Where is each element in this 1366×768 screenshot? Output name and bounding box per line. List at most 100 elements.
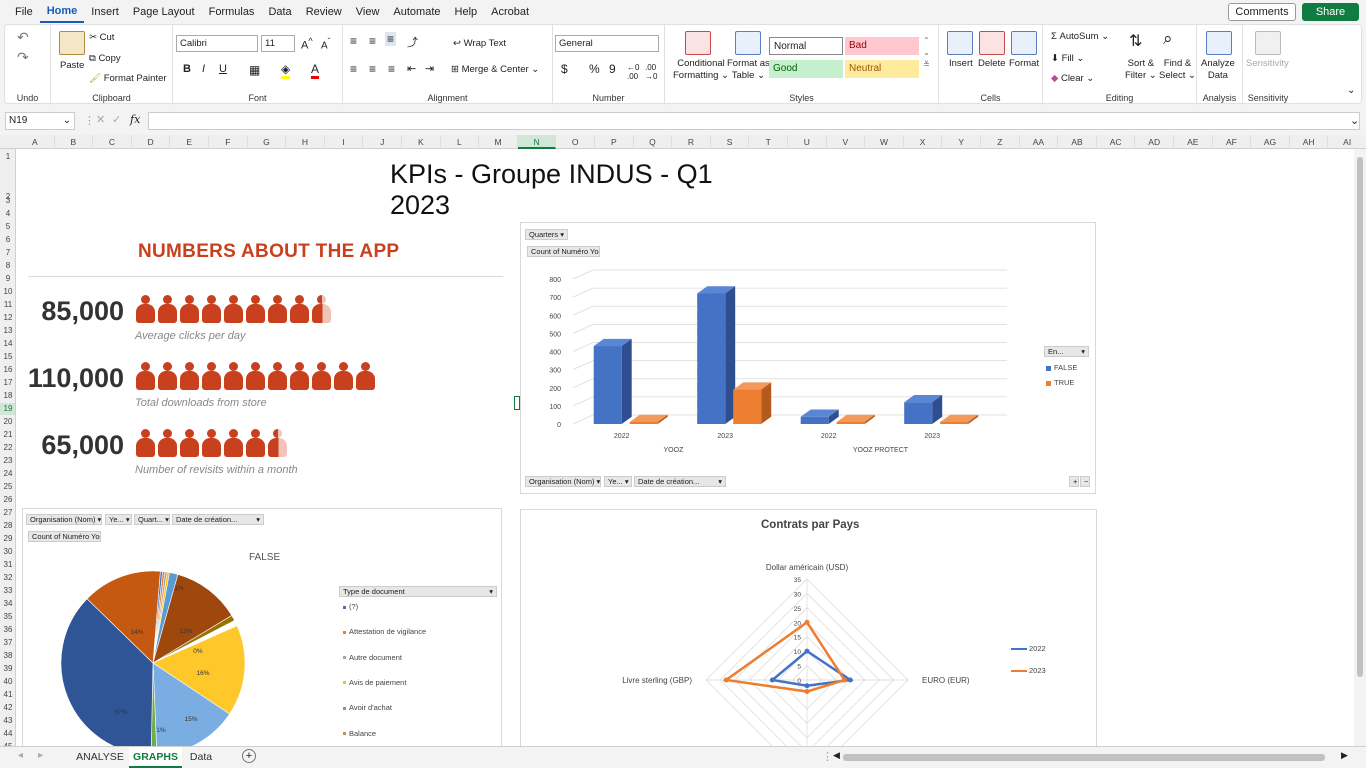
row-header[interactable]: 43 (0, 715, 15, 727)
conditional-formatting-button[interactable]: Conditional Formatting ⌄ (673, 58, 729, 82)
fill-color-icon[interactable]: ◈ (281, 62, 291, 79)
row-header[interactable]: 19 (0, 403, 15, 415)
pie-year-filter[interactable]: Ye... ▾ (105, 514, 132, 525)
column-header[interactable]: E (170, 135, 209, 149)
menu-review[interactable]: Review (299, 0, 349, 24)
align-bottom-icon[interactable]: ≡ (385, 32, 397, 46)
column-header[interactable]: T (749, 135, 788, 149)
date-filter-button[interactable]: Date de création... ▾ (634, 476, 726, 487)
tab-data[interactable]: Data (183, 747, 219, 768)
underline-button[interactable]: U (219, 63, 227, 75)
menu-help[interactable]: Help (448, 0, 485, 24)
row-header[interactable]: 17 (0, 377, 15, 389)
menu-data[interactable]: Data (261, 0, 298, 24)
row-header[interactable]: 20 (0, 416, 15, 428)
row-header[interactable]: 1 (0, 151, 15, 163)
worksheet[interactable]: KPIs - Groupe INDUS - Q1 2023 NUMBERS AB… (16, 149, 1354, 746)
scroll-left-icon[interactable]: ◀ (833, 750, 840, 761)
pie-chart-panel[interactable]: Organisation (Nom) ▾ Ye... ▾ Quart... ▾ … (22, 508, 502, 746)
align-middle-icon[interactable]: ≡ (369, 34, 376, 48)
sensitivity-icon[interactable] (1255, 31, 1281, 55)
column-header[interactable]: N (517, 135, 557, 149)
tab-prev-icon[interactable]: ◂ (18, 750, 23, 761)
document-type-filter[interactable]: Type de document ▾ (339, 586, 497, 597)
row-header[interactable]: 39 (0, 663, 15, 675)
insert-cells-button[interactable]: Insert (949, 58, 973, 69)
styles-scroll-icon[interactable]: ⌃ ⌄ ≚ (923, 35, 930, 71)
row-header[interactable]: 18 (0, 390, 15, 402)
undo-icon[interactable]: ↶ (17, 29, 29, 46)
share-button[interactable]: Share (1302, 3, 1359, 21)
format-as-table-icon[interactable] (735, 31, 761, 55)
row-header[interactable]: 9 (0, 273, 15, 285)
row-header[interactable]: 22 (0, 442, 15, 454)
row-header[interactable]: 28 (0, 520, 15, 532)
row-header[interactable]: 6 (0, 234, 15, 246)
row-header[interactable]: 23 (0, 455, 15, 467)
add-sheet-icon[interactable]: + (242, 749, 256, 763)
style-neutral[interactable]: Neutral (845, 60, 919, 78)
column-header[interactable]: AB (1058, 135, 1097, 149)
row-header[interactable]: 41 (0, 689, 15, 701)
column-header[interactable]: AG (1251, 135, 1290, 149)
clear-button[interactable]: ◆ Clear ⌄ (1051, 73, 1094, 84)
column-header[interactable]: S (711, 135, 750, 149)
currency-icon[interactable]: $ (561, 62, 568, 76)
paste-icon[interactable] (59, 31, 85, 55)
row-header[interactable]: 5 (0, 221, 15, 233)
row-header[interactable]: 16 (0, 364, 15, 376)
column-header[interactable]: K (402, 135, 441, 149)
align-top-icon[interactable]: ≡ (350, 34, 357, 48)
tab-split-icon[interactable]: ⋮ (822, 750, 833, 763)
align-right-icon[interactable]: ≡ (388, 62, 395, 76)
bold-button[interactable]: B (183, 63, 191, 75)
conditional-formatting-icon[interactable] (685, 31, 711, 55)
delete-cells-icon[interactable] (979, 31, 1005, 55)
tab-graphs[interactable]: GRAPHS (129, 747, 182, 768)
decrease-decimal-icon[interactable]: .00 →0 (645, 63, 657, 81)
column-header[interactable]: W (865, 135, 904, 149)
merge-center-button[interactable]: ⊞ Merge & Center ⌄ (451, 64, 539, 75)
row-header[interactable]: 12 (0, 312, 15, 324)
row-header[interactable]: 25 (0, 481, 15, 493)
format-cells-icon[interactable] (1011, 31, 1037, 55)
expand-formula-icon[interactable]: ⌄ (1350, 114, 1359, 127)
vertical-scroll-thumb[interactable] (1357, 157, 1363, 677)
increase-indent-icon[interactable]: ⇥ (425, 62, 434, 75)
row-header[interactable]: 27 (0, 507, 15, 519)
tab-next-icon[interactable]: ▸ (38, 750, 43, 761)
row-header[interactable]: 37 (0, 637, 15, 649)
analyze-data-icon[interactable] (1206, 31, 1232, 55)
cut-button[interactable]: ✂ Cut (89, 32, 114, 43)
delete-cells-button[interactable]: Delete (978, 58, 1005, 69)
collapse-ribbon-icon[interactable]: ⌄ (1347, 85, 1355, 96)
column-header[interactable]: B (55, 135, 94, 149)
row-header[interactable]: 15 (0, 351, 15, 363)
row-header[interactable]: 7 (0, 247, 15, 259)
number-format-select[interactable]: General (555, 35, 659, 52)
borders-icon[interactable]: ▦ (249, 63, 260, 77)
font-size-select[interactable]: 11 (261, 35, 295, 52)
menu-file[interactable]: File (8, 0, 40, 24)
enter-icon[interactable]: ✓ (112, 113, 121, 126)
column-header[interactable]: AD (1135, 135, 1174, 149)
shrink-font-button[interactable]: Aˇ (321, 36, 330, 51)
formula-input[interactable] (148, 112, 1360, 130)
row-header[interactable]: 26 (0, 494, 15, 506)
bar-chart-panel[interactable]: Quarters ▾ Count of Numéro Yooz 0 100 200 3… (520, 222, 1096, 494)
legend-filter-button[interactable]: En... ▾ (1044, 346, 1089, 357)
grow-font-button[interactable]: A^ (301, 36, 313, 52)
decrease-indent-icon[interactable]: ⇤ (407, 62, 416, 75)
row-header[interactable]: 35 (0, 611, 15, 623)
row-header[interactable]: 44 (0, 728, 15, 740)
column-header[interactable]: Q (634, 135, 673, 149)
row-header[interactable]: 33 (0, 585, 15, 597)
analyze-data-button[interactable]: Analyze Data (1201, 58, 1235, 82)
wrap-text-button[interactable]: ↩ Wrap Text (453, 38, 506, 49)
row-header[interactable]: 13 (0, 325, 15, 337)
row-header[interactable]: 21 (0, 429, 15, 441)
menu-view[interactable]: View (349, 0, 387, 24)
style-bad[interactable]: Bad (845, 37, 919, 55)
row-header[interactable]: 32 (0, 572, 15, 584)
column-header[interactable]: U (788, 135, 827, 149)
